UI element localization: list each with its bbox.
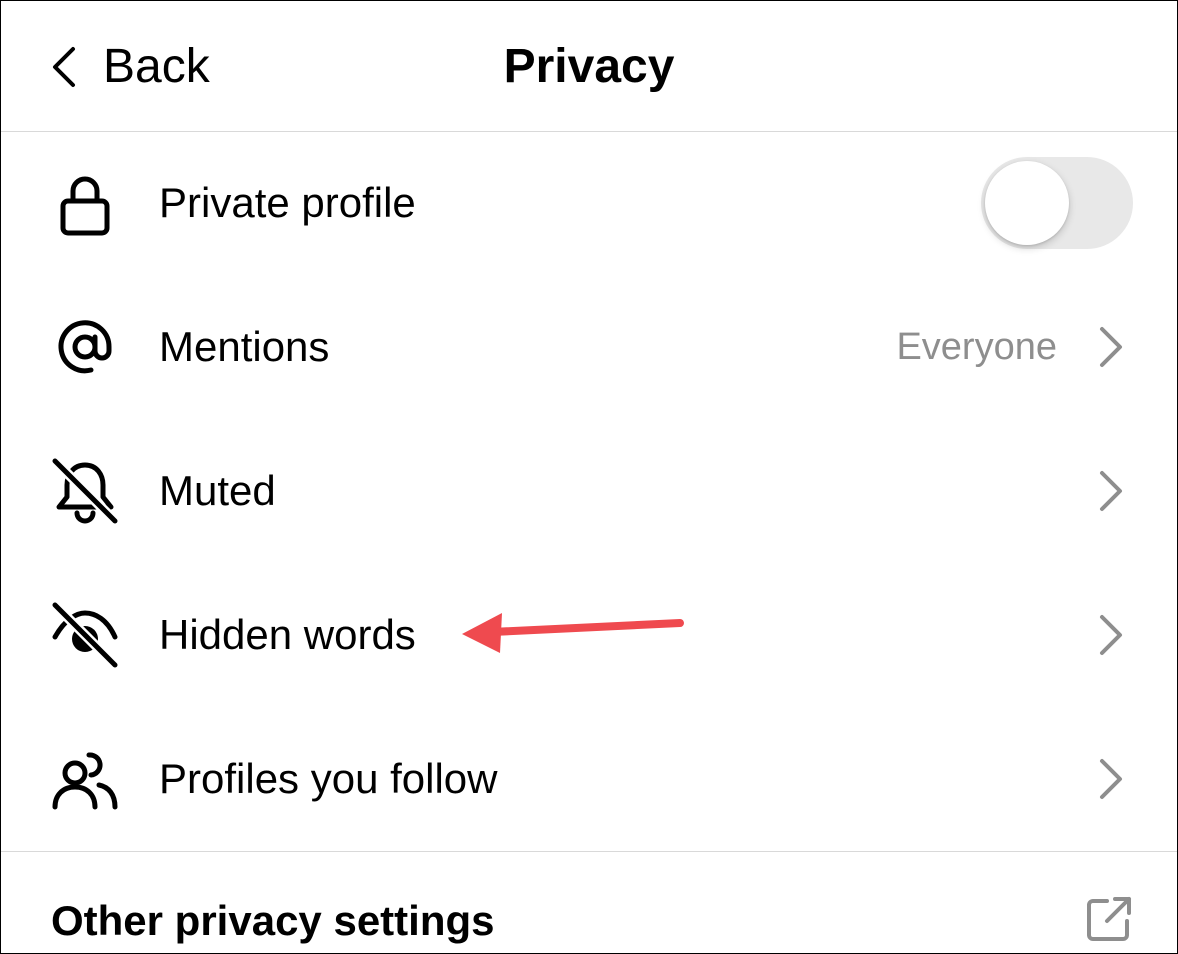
other-privacy-settings-label: Other privacy settings [51, 897, 495, 944]
chevron-right-icon [1100, 327, 1122, 367]
row-label-muted: Muted [159, 467, 276, 514]
at-sign-icon [49, 311, 121, 383]
external-link-icon [1087, 897, 1131, 941]
lock-icon [49, 167, 121, 239]
chevron-right-icon [1100, 759, 1122, 799]
other-privacy-settings-row[interactable]: Other privacy settings [1, 861, 1177, 953]
mentions-value: Everyone [896, 326, 1057, 368]
row-label-hidden-words: Hidden words [159, 611, 416, 658]
settings-row-hidden-words[interactable]: Hidden words [1, 563, 1177, 707]
chevron-right-icon [1100, 471, 1122, 511]
chevron-right-icon [1100, 615, 1122, 655]
people-icon [49, 743, 121, 815]
privacy-screen: Back Privacy Private profile Mentions Ev… [0, 0, 1178, 954]
section-divider [1, 851, 1177, 852]
bell-muted-icon [49, 455, 121, 527]
row-label-private-profile: Private profile [159, 179, 416, 226]
settings-row-private-profile: Private profile [1, 131, 1177, 275]
settings-row-profiles-you-follow[interactable]: Profiles you follow [1, 707, 1177, 851]
settings-row-mentions[interactable]: Mentions Everyone [1, 275, 1177, 419]
settings-row-muted[interactable]: Muted [1, 419, 1177, 563]
row-label-profiles-you-follow: Profiles you follow [159, 755, 498, 802]
page-title: Privacy [503, 40, 675, 93]
eye-slash-icon [49, 599, 121, 671]
toggle-knob [985, 161, 1069, 245]
header: Back Privacy [1, 1, 1177, 132]
row-label-mentions: Mentions [159, 323, 330, 370]
private-profile-toggle[interactable] [981, 157, 1133, 249]
